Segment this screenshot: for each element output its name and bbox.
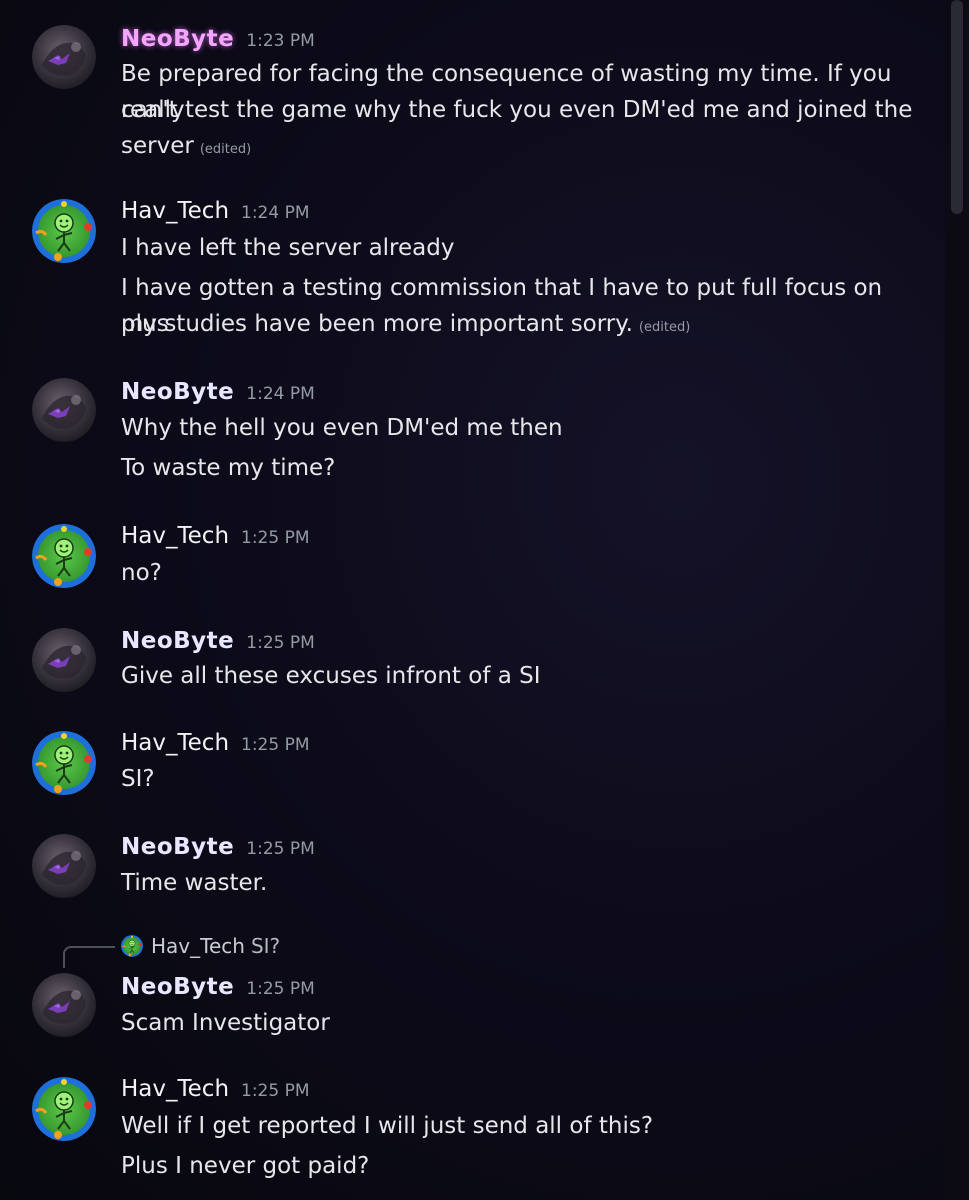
message-text: server (edited) [121, 133, 252, 159]
message-text: can't test the game why the fuck you eve… [121, 97, 913, 123]
message-header: NeoByte 1:24 PM [121, 379, 315, 409]
timestamp[interactable]: 1:24 PM [241, 203, 310, 223]
neobyte-avatar-icon [32, 378, 96, 442]
reply-spine [63, 946, 115, 968]
havtech-avatar-icon [32, 199, 96, 263]
message-text: Plus I never got paid? [121, 1153, 370, 1179]
avatar[interactable] [32, 378, 96, 442]
avatar[interactable] [32, 199, 96, 263]
message-text: my studies have been more important sorr… [121, 311, 691, 337]
username[interactable]: NeoByte [121, 834, 234, 860]
avatar[interactable] [32, 25, 96, 89]
message-header: NeoByte 1:25 PM [121, 834, 315, 864]
message-text: Well if I get reported I will just send … [121, 1113, 654, 1139]
timestamp[interactable]: 1:24 PM [246, 384, 315, 404]
username[interactable]: NeoByte [121, 379, 234, 405]
reply-avatar [121, 935, 143, 957]
message-list: NeoByte 1:23 PM Be prepared for facing t… [0, 0, 945, 1200]
timestamp[interactable]: 1:25 PM [246, 839, 315, 859]
neobyte-avatar-icon [32, 628, 96, 692]
message-header: Hav_Tech 1:25 PM [121, 1076, 310, 1106]
avatar[interactable] [32, 628, 96, 692]
message-text: I have left the server already [121, 235, 455, 261]
username[interactable]: Hav_Tech [121, 730, 229, 756]
message-text: Give all these excuses infront of a SI [121, 663, 541, 689]
message-header: Hav_Tech 1:25 PM [121, 523, 310, 553]
reply-author: Hav_Tech [151, 934, 245, 958]
message-text: SI? [121, 766, 155, 792]
avatar[interactable] [32, 524, 96, 588]
message-text: Why the hell you even DM'ed me then [121, 415, 563, 441]
timestamp[interactable]: 1:25 PM [246, 633, 315, 653]
havtech-avatar-icon [121, 935, 143, 957]
message-header: Hav_Tech 1:24 PM [121, 198, 310, 228]
avatar[interactable] [32, 731, 96, 795]
avatar[interactable] [32, 1077, 96, 1141]
scrollbar-track[interactable] [945, 0, 969, 1200]
reply-reference[interactable]: Hav_Tech SI? [121, 934, 280, 958]
message-header: NeoByte 1:25 PM [121, 974, 315, 1004]
avatar[interactable] [32, 834, 96, 898]
message-header: NeoByte 1:25 PM [121, 628, 315, 658]
username[interactable]: NeoByte [121, 974, 234, 1000]
message-text: no? [121, 560, 162, 586]
username[interactable]: Hav_Tech [121, 523, 229, 549]
edited-indicator: (edited) [638, 320, 691, 335]
username[interactable]: NeoByte [121, 628, 234, 654]
message-header: Hav_Tech 1:25 PM [121, 730, 310, 760]
message-text: Time waster. [121, 870, 268, 896]
username[interactable]: NeoByte [121, 26, 234, 52]
edited-indicator: (edited) [199, 142, 252, 157]
scrollbar-thumb[interactable] [951, 0, 963, 214]
neobyte-avatar-icon [32, 834, 96, 898]
timestamp[interactable]: 1:23 PM [246, 31, 315, 51]
timestamp[interactable]: 1:25 PM [241, 1081, 310, 1101]
message-header: NeoByte 1:23 PM [121, 26, 315, 56]
timestamp[interactable]: 1:25 PM [241, 528, 310, 548]
username[interactable]: Hav_Tech [121, 198, 229, 224]
havtech-avatar-icon [32, 1077, 96, 1141]
reply-text: SI? [250, 934, 281, 958]
neobyte-avatar-icon [32, 25, 96, 89]
username[interactable]: Hav_Tech [121, 1076, 229, 1102]
neobyte-avatar-icon [32, 973, 96, 1037]
havtech-avatar-icon [32, 731, 96, 795]
timestamp[interactable]: 1:25 PM [241, 735, 310, 755]
avatar[interactable] [32, 973, 96, 1037]
message-text: Scam Investigator [121, 1010, 330, 1036]
timestamp[interactable]: 1:25 PM [246, 979, 315, 999]
havtech-avatar-icon [32, 524, 96, 588]
message-text: To waste my time? [121, 455, 336, 481]
